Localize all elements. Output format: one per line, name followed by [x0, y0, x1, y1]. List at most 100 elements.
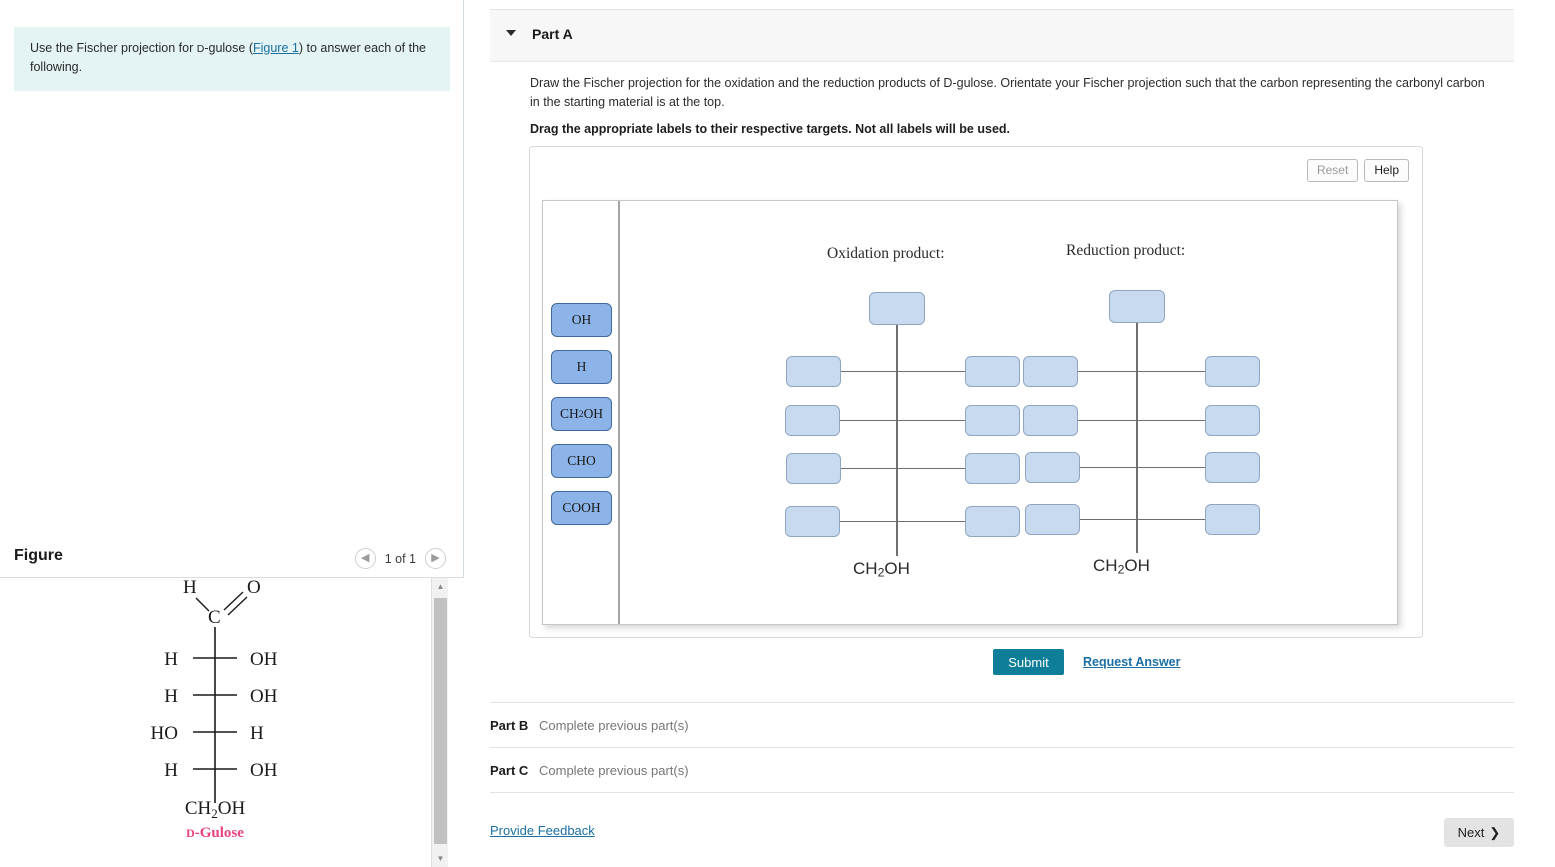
- oxidation-product-title: Oxidation product:: [827, 245, 945, 263]
- svg-text:H: H: [250, 723, 264, 744]
- backbone-bond-vertical-red: [1136, 318, 1138, 553]
- bond-horizontal-ox-2: [827, 420, 965, 421]
- divider-above-part-b: [490, 702, 1514, 703]
- intro-instruction-box: Use the Fischer projection for D-gulose …: [14, 27, 450, 91]
- bond-horizontal-red-1: [1065, 371, 1205, 372]
- reduction-product-title: Reduction product:: [1066, 242, 1185, 260]
- intro-sugar-rest: -gulose (: [204, 41, 253, 55]
- part-b-tag: Part B: [490, 718, 528, 733]
- part-a-header[interactable]: Part A: [490, 10, 1514, 62]
- drag-drop-exercise: Reset Help OH H CH2OH CHO: [529, 146, 1423, 638]
- drop-target-ox-r4-left[interactable]: [785, 506, 840, 537]
- drop-target-ox-r4-right[interactable]: [965, 506, 1020, 537]
- bond-horizontal-red-2: [1065, 420, 1205, 421]
- drop-target-red-r3-right[interactable]: [1205, 452, 1260, 483]
- intro-text-before: Use the Fischer projection for: [30, 41, 197, 55]
- svg-text:HO: HO: [151, 723, 178, 744]
- part-a-label: Part A: [532, 26, 573, 42]
- drop-target-ox-r3-left[interactable]: [786, 453, 841, 484]
- svg-text:H: H: [183, 578, 197, 598]
- drop-target-red-r3-left[interactable]: [1025, 452, 1080, 483]
- svg-text:D-Gulose: D-Gulose: [186, 825, 244, 841]
- figure-body: H O C H OH H: [0, 578, 464, 867]
- reduction-product-foot-label: CH2OH: [1093, 556, 1150, 576]
- drop-target-ox-r1-left[interactable]: [786, 356, 841, 387]
- drop-target-ox-r2-right[interactable]: [965, 405, 1020, 436]
- provide-feedback-link[interactable]: Provide Feedback: [490, 823, 595, 838]
- drop-target-ox-r1-right[interactable]: [965, 356, 1020, 387]
- svg-text:O: O: [247, 578, 261, 598]
- oxidation-product-structure: Oxidation product:: [775, 201, 1035, 626]
- help-button[interactable]: Help: [1364, 159, 1409, 182]
- part-c-tag: Part C: [490, 763, 528, 778]
- drag-label-ch2oh-text: CH: [560, 406, 579, 422]
- drop-target-ox-r2-left[interactable]: [785, 405, 840, 436]
- oxidation-product-foot-label: CH2OH: [853, 559, 910, 579]
- drop-target-red-r2-right[interactable]: [1205, 405, 1260, 436]
- bond-horizontal-red-3: [1065, 467, 1205, 468]
- label-bank: OH H CH2OH CHO COOH: [543, 201, 620, 624]
- drag-label-cho[interactable]: CHO: [551, 444, 612, 478]
- svg-text:C: C: [208, 607, 221, 628]
- drag-label-ch2oh[interactable]: CH2OH: [551, 397, 612, 431]
- request-answer-link[interactable]: Request Answer: [1083, 655, 1180, 669]
- figure-prev-button[interactable]: ◀: [355, 548, 376, 569]
- caret-down-icon[interactable]: [506, 30, 516, 36]
- svg-text:H: H: [164, 760, 178, 781]
- drop-target-red-r4-left[interactable]: [1025, 504, 1080, 535]
- drag-label-h[interactable]: H: [551, 350, 612, 384]
- drop-target-red-r1-right[interactable]: [1205, 356, 1260, 387]
- figure-scrollbar[interactable]: ▲ ▼: [431, 578, 448, 867]
- exercise-canvas: OH H CH2OH CHO COOH: [542, 200, 1398, 625]
- svg-text:OH: OH: [250, 760, 278, 781]
- drag-label-ch2oh-suffix: OH: [584, 406, 604, 422]
- drop-target-ox-r3-right[interactable]: [965, 453, 1020, 484]
- red-foot-oh: OH: [1124, 556, 1150, 575]
- drag-label-h-text: H: [577, 359, 587, 375]
- main-content: Part A Draw the Fischer projection for t…: [464, 0, 1555, 867]
- drag-label-oh[interactable]: OH: [551, 303, 612, 337]
- scroll-down-arrow-icon[interactable]: ▼: [432, 850, 449, 867]
- next-button-label: Next: [1458, 825, 1485, 840]
- chevron-right-icon: ❯: [1489, 825, 1500, 841]
- svg-text:H: H: [164, 686, 178, 707]
- figure-1-link[interactable]: Figure 1: [253, 41, 299, 55]
- figure-navigation: ◀ 1 of 1 ▶: [355, 548, 446, 569]
- bond-horizontal-red-4: [1065, 519, 1205, 520]
- part-c-status: Complete previous part(s): [539, 763, 689, 778]
- part-a-instruction: Drag the appropriate labels to their res…: [530, 122, 1010, 136]
- drop-target-red-r4-right[interactable]: [1205, 504, 1260, 535]
- figure-next-button[interactable]: ▶: [425, 548, 446, 569]
- left-panel: Use the Fischer projection for D-gulose …: [0, 0, 464, 867]
- reduction-product-structure: Reduction product:: [1013, 201, 1273, 626]
- part-a-prompt: Draw the Fischer projection for the oxid…: [530, 74, 1490, 113]
- homework-page: Use the Fischer projection for D-gulose …: [0, 0, 1555, 867]
- drop-target-red-r1-left[interactable]: [1023, 356, 1078, 387]
- divider-above-part-c: [490, 747, 1514, 748]
- drop-target-red-top[interactable]: [1109, 290, 1165, 323]
- ox-foot-oh: OH: [884, 559, 910, 578]
- drag-label-cho-text: CHO: [567, 453, 596, 469]
- red-foot-ch: CH: [1093, 556, 1118, 575]
- scroll-up-arrow-icon[interactable]: ▲: [432, 578, 449, 595]
- figure-header: Figure ◀ 1 of 1 ▶: [0, 541, 464, 578]
- bond-horizontal-ox-4: [827, 521, 965, 522]
- submit-button[interactable]: Submit: [993, 649, 1064, 675]
- figure-title: Figure: [14, 547, 63, 565]
- fischer-projection-gulose: H O C H OH H: [0, 578, 430, 867]
- bond-horizontal-ox-3: [827, 468, 965, 469]
- svg-text:OH: OH: [250, 686, 278, 707]
- drag-label-oh-text: OH: [572, 312, 592, 328]
- drag-label-cooh[interactable]: COOH: [551, 491, 612, 525]
- drag-label-cooh-text: COOH: [562, 500, 600, 516]
- ox-foot-ch: CH: [853, 559, 878, 578]
- exercise-buttons: Reset Help: [1307, 159, 1409, 182]
- figure-counter: 1 of 1: [385, 552, 416, 566]
- reset-button[interactable]: Reset: [1307, 159, 1358, 182]
- divider-above-footer: [490, 792, 1514, 793]
- bond-horizontal-ox-1: [827, 371, 965, 372]
- next-button[interactable]: Next ❯: [1444, 818, 1514, 847]
- scrollbar-thumb[interactable]: [434, 598, 447, 844]
- drop-target-ox-top[interactable]: [869, 292, 925, 325]
- drop-target-red-r2-left[interactable]: [1023, 405, 1078, 436]
